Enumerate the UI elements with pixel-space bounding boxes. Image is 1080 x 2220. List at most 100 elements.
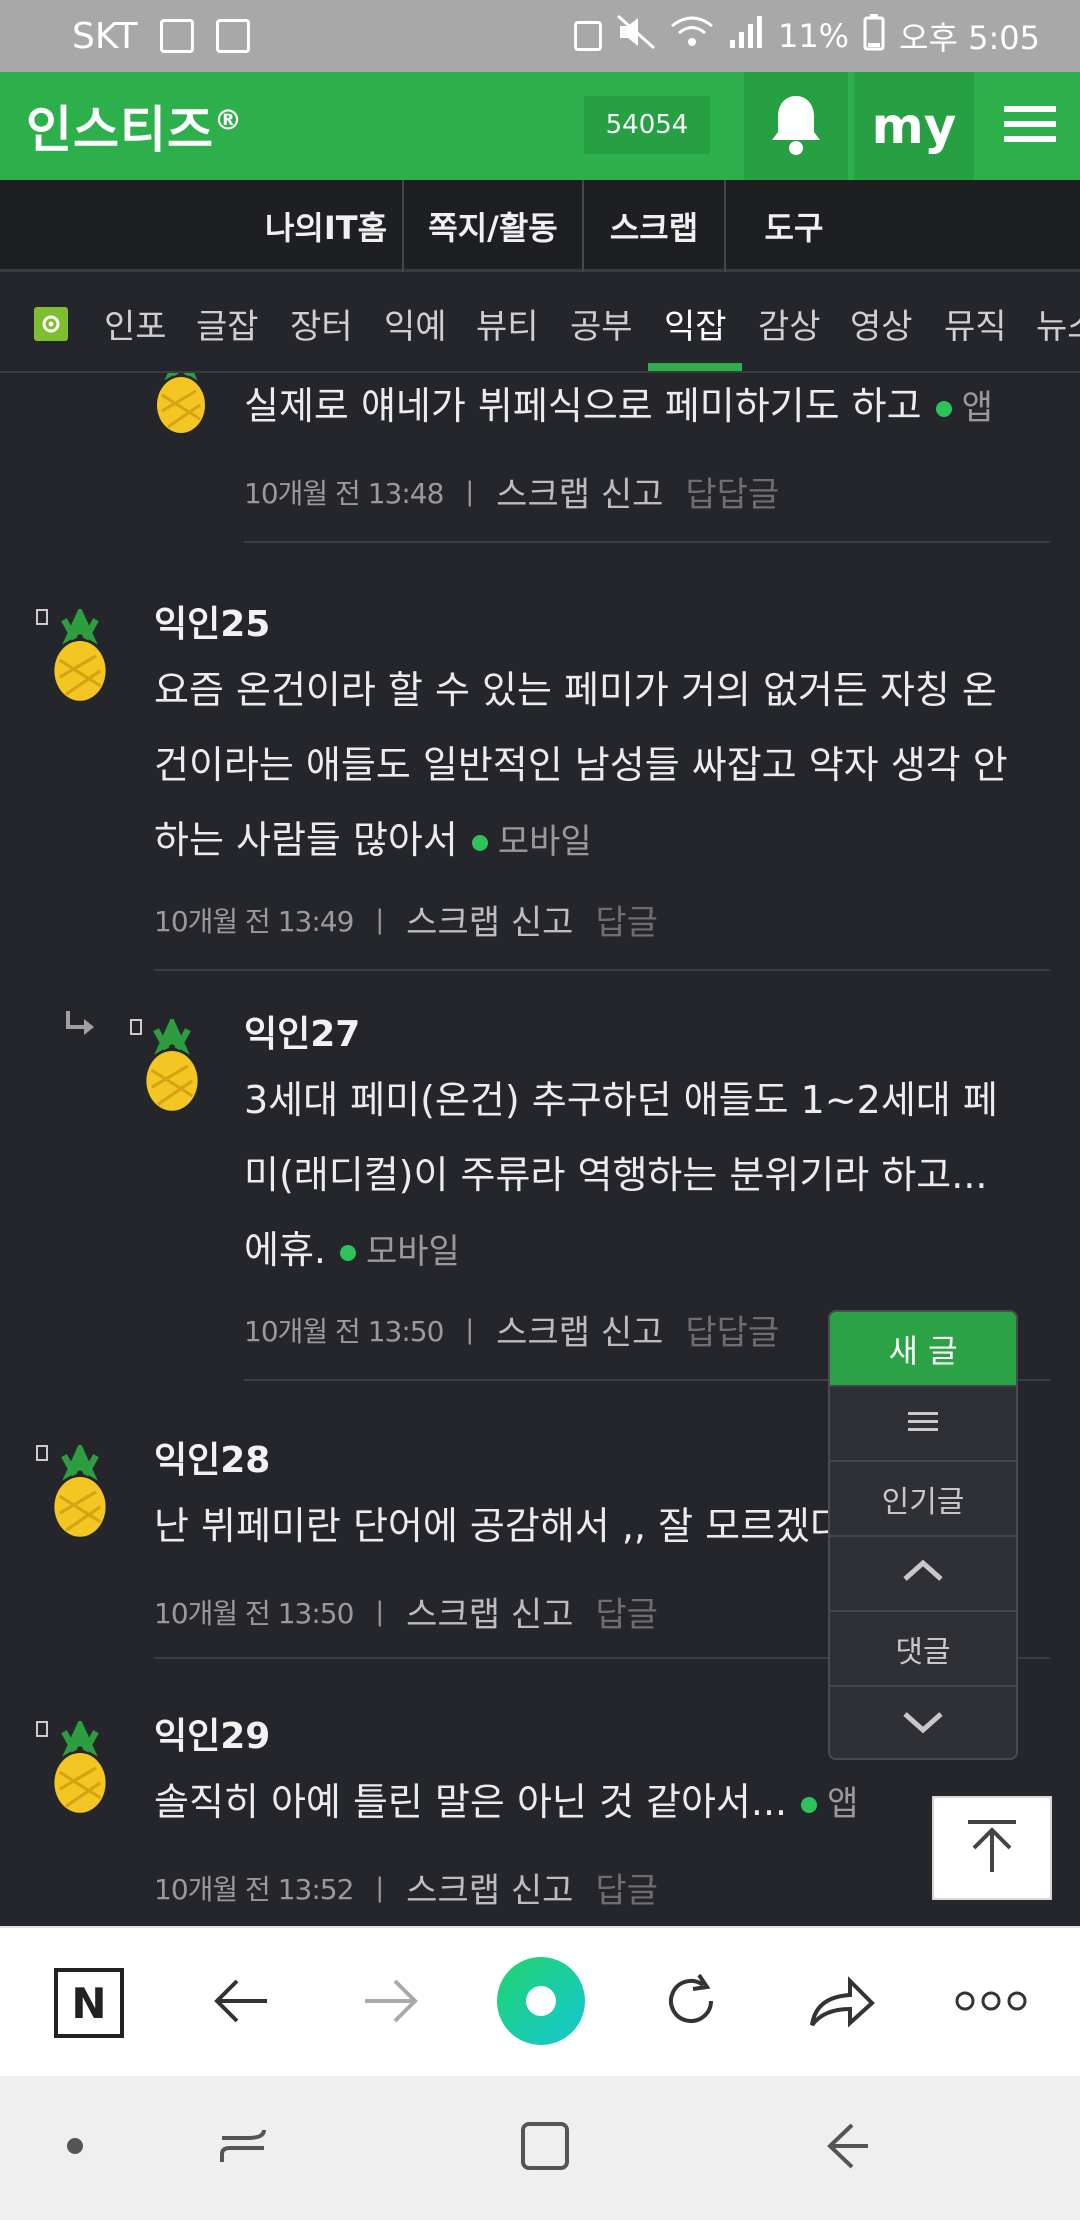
sub-navigation: 나의IT홈 쪽지/활동 스크랩 도구 bbox=[0, 180, 1080, 272]
source-label: 모바일 bbox=[366, 1232, 460, 1272]
status-bar: SKT 11% 오후 5:05 bbox=[0, 0, 1080, 72]
comment-text: 실제로 얘네가 뷔페식으로 페미하기도 하고 앱 bbox=[244, 384, 993, 428]
pineapple-avatar-icon bbox=[42, 1441, 112, 1537]
new-post-button[interactable]: 새 글 bbox=[830, 1312, 1016, 1387]
comment-text: 난 뷔페미란 단어에 공감해서 ,, 잘 모르겠다 bbox=[154, 1504, 845, 1548]
my-button[interactable]: my bbox=[854, 72, 974, 180]
reply-link[interactable]: 답글 bbox=[595, 1863, 658, 1912]
category-beauty[interactable]: 뷰티 bbox=[476, 275, 539, 371]
system-navigation-bar bbox=[0, 2076, 1080, 2220]
category-review[interactable]: 감상 bbox=[758, 275, 821, 371]
site-logo[interactable]: 인스티즈® bbox=[0, 90, 243, 162]
assistant-button[interactable] bbox=[0, 2076, 150, 2220]
reply-link[interactable]: 답답글 bbox=[685, 467, 779, 516]
active-category-indicator bbox=[648, 363, 742, 371]
menu-button[interactable] bbox=[980, 72, 1080, 180]
site-header: 인스티즈® 54054 my bbox=[0, 72, 1080, 180]
scrap-report-links[interactable]: 스크랩 신고 bbox=[406, 1863, 573, 1912]
notification-button[interactable] bbox=[744, 72, 848, 180]
chevron-up-icon bbox=[901, 1556, 945, 1591]
n-icon: N bbox=[54, 1968, 124, 2038]
category-bar: 인포 글잡 장터 익예 뷰티 공부 익잡 감상 영상 뮤직 뉴스 bbox=[0, 275, 1080, 373]
tab-tools[interactable]: 도구 bbox=[726, 180, 862, 272]
category-writing[interactable]: 글잡 bbox=[196, 275, 259, 371]
comment-divider bbox=[154, 969, 1050, 971]
reply-link[interactable]: 답글 bbox=[595, 1587, 658, 1636]
category-video[interactable]: 영상 bbox=[850, 275, 913, 371]
forward-button[interactable] bbox=[316, 1928, 466, 2078]
commenter-nickname[interactable]: 익인28 bbox=[154, 1431, 270, 1483]
arrow-left-icon bbox=[211, 1976, 271, 2030]
category-market[interactable]: 장터 bbox=[290, 275, 353, 371]
commenter-nickname[interactable]: 익인25 bbox=[154, 595, 270, 647]
points-badge[interactable]: 54054 bbox=[584, 96, 710, 154]
more-button[interactable] bbox=[916, 1928, 1066, 2078]
meta-separator: | bbox=[375, 1872, 385, 1903]
hamburger-icon bbox=[1004, 104, 1056, 148]
commenter-nickname[interactable]: 익인29 bbox=[154, 1707, 270, 1759]
category-info[interactable]: 인포 bbox=[104, 275, 167, 371]
scroll-down-button[interactable] bbox=[830, 1687, 1016, 1758]
comment-time: 10개월 전 13:48 bbox=[244, 476, 444, 510]
home-square-icon bbox=[520, 2121, 570, 2175]
mute-icon bbox=[616, 14, 656, 58]
scrap-report-links[interactable]: 스크랩 신고 bbox=[406, 1587, 573, 1636]
online-dot bbox=[340, 1244, 356, 1261]
category-news[interactable]: 뉴스 bbox=[1036, 275, 1080, 371]
share-button[interactable] bbox=[766, 1928, 916, 2078]
settings-icon[interactable] bbox=[34, 307, 68, 341]
back-nav-button[interactable] bbox=[772, 2076, 922, 2220]
reply-link[interactable]: 답답글 bbox=[685, 1305, 779, 1354]
battery-percent: 11% bbox=[777, 17, 850, 55]
comment-text: 3세대 페미(온건) 추구하던 애들도 1~2세대 페 미(래디컬)이 주류라 … bbox=[244, 1078, 998, 1272]
more-dots-icon bbox=[953, 1989, 1029, 2017]
hamburger-icon bbox=[908, 1406, 938, 1441]
back-button[interactable] bbox=[166, 1928, 316, 2078]
tab-scrap[interactable]: 스크랩 bbox=[584, 180, 724, 272]
popular-posts-button[interactable]: 인기글 bbox=[830, 1462, 1016, 1537]
pineapple-avatar-icon bbox=[146, 373, 216, 437]
clock: 오후 5:05 bbox=[899, 19, 1040, 57]
category-anon-chat[interactable]: 익잡 bbox=[664, 275, 727, 371]
category-entertainment[interactable]: 익예 bbox=[384, 275, 447, 371]
list-button[interactable] bbox=[830, 1387, 1016, 1462]
home-button[interactable] bbox=[470, 2076, 620, 2220]
scroll-to-top-button[interactable] bbox=[932, 1796, 1052, 1900]
online-dot bbox=[471, 834, 488, 851]
reply-link[interactable]: 답글 bbox=[595, 895, 658, 944]
refresh-button[interactable] bbox=[616, 1928, 766, 2078]
scrap-report-links[interactable]: 스크랩 신고 bbox=[496, 467, 663, 516]
comment-meta: 10개월 전 13:49 | 스크랩 신고 답글 bbox=[154, 895, 658, 944]
recent-apps-button[interactable] bbox=[168, 2076, 318, 2220]
category-music[interactable]: 뮤직 bbox=[944, 275, 1007, 371]
source-label: 앱 bbox=[961, 388, 993, 428]
chevron-down-icon bbox=[901, 1707, 945, 1742]
comment-text: 요즘 온건이라 할 수 있는 페미가 거의 없거든 자칭 온 건이라는 애들도 … bbox=[154, 668, 1008, 862]
comment-time: 10개월 전 13:49 bbox=[154, 904, 354, 938]
recents-icon bbox=[218, 2124, 268, 2172]
scrap-report-links[interactable]: 스크랩 신고 bbox=[406, 895, 573, 944]
comment-time: 10개월 전 13:52 bbox=[154, 1872, 354, 1906]
category-study[interactable]: 공부 bbox=[570, 275, 633, 371]
meta-separator: | bbox=[465, 1314, 475, 1345]
commenter-nickname[interactable]: 익인27 bbox=[244, 1005, 360, 1057]
source-label: 모바일 bbox=[497, 822, 592, 862]
naver-home-button[interactable]: N bbox=[14, 1928, 164, 2078]
pineapple-avatar-icon bbox=[42, 605, 112, 701]
comment-meta: 10개월 전 13:50 | 스크랩 신고 답글 bbox=[154, 1587, 658, 1636]
scrap-report-links[interactable]: 스크랩 신고 bbox=[496, 1305, 663, 1354]
comment-time: 10개월 전 13:50 bbox=[244, 1314, 444, 1348]
scroll-up-button[interactable] bbox=[830, 1537, 1016, 1612]
online-dot bbox=[801, 1796, 818, 1813]
comment-divider bbox=[244, 541, 1050, 543]
calendar-notification-icon bbox=[215, 19, 250, 53]
green-dot-button[interactable] bbox=[466, 1928, 616, 2078]
tab-my-home[interactable]: 나의IT홈 bbox=[250, 180, 402, 272]
comment-time: 10개월 전 13:50 bbox=[154, 1596, 354, 1630]
meta-separator: | bbox=[375, 1596, 385, 1627]
comment-text: 솔직히 아예 틀린 말은 아닌 것 같아서... 앱 bbox=[154, 1780, 859, 1824]
tab-messages[interactable]: 쪽지/활동 bbox=[404, 180, 582, 272]
comments-button[interactable]: 댓글 bbox=[830, 1612, 1016, 1687]
comment-meta: 10개월 전 13:52 | 스크랩 신고 답글 bbox=[154, 1863, 658, 1912]
dot-icon bbox=[65, 2136, 85, 2160]
